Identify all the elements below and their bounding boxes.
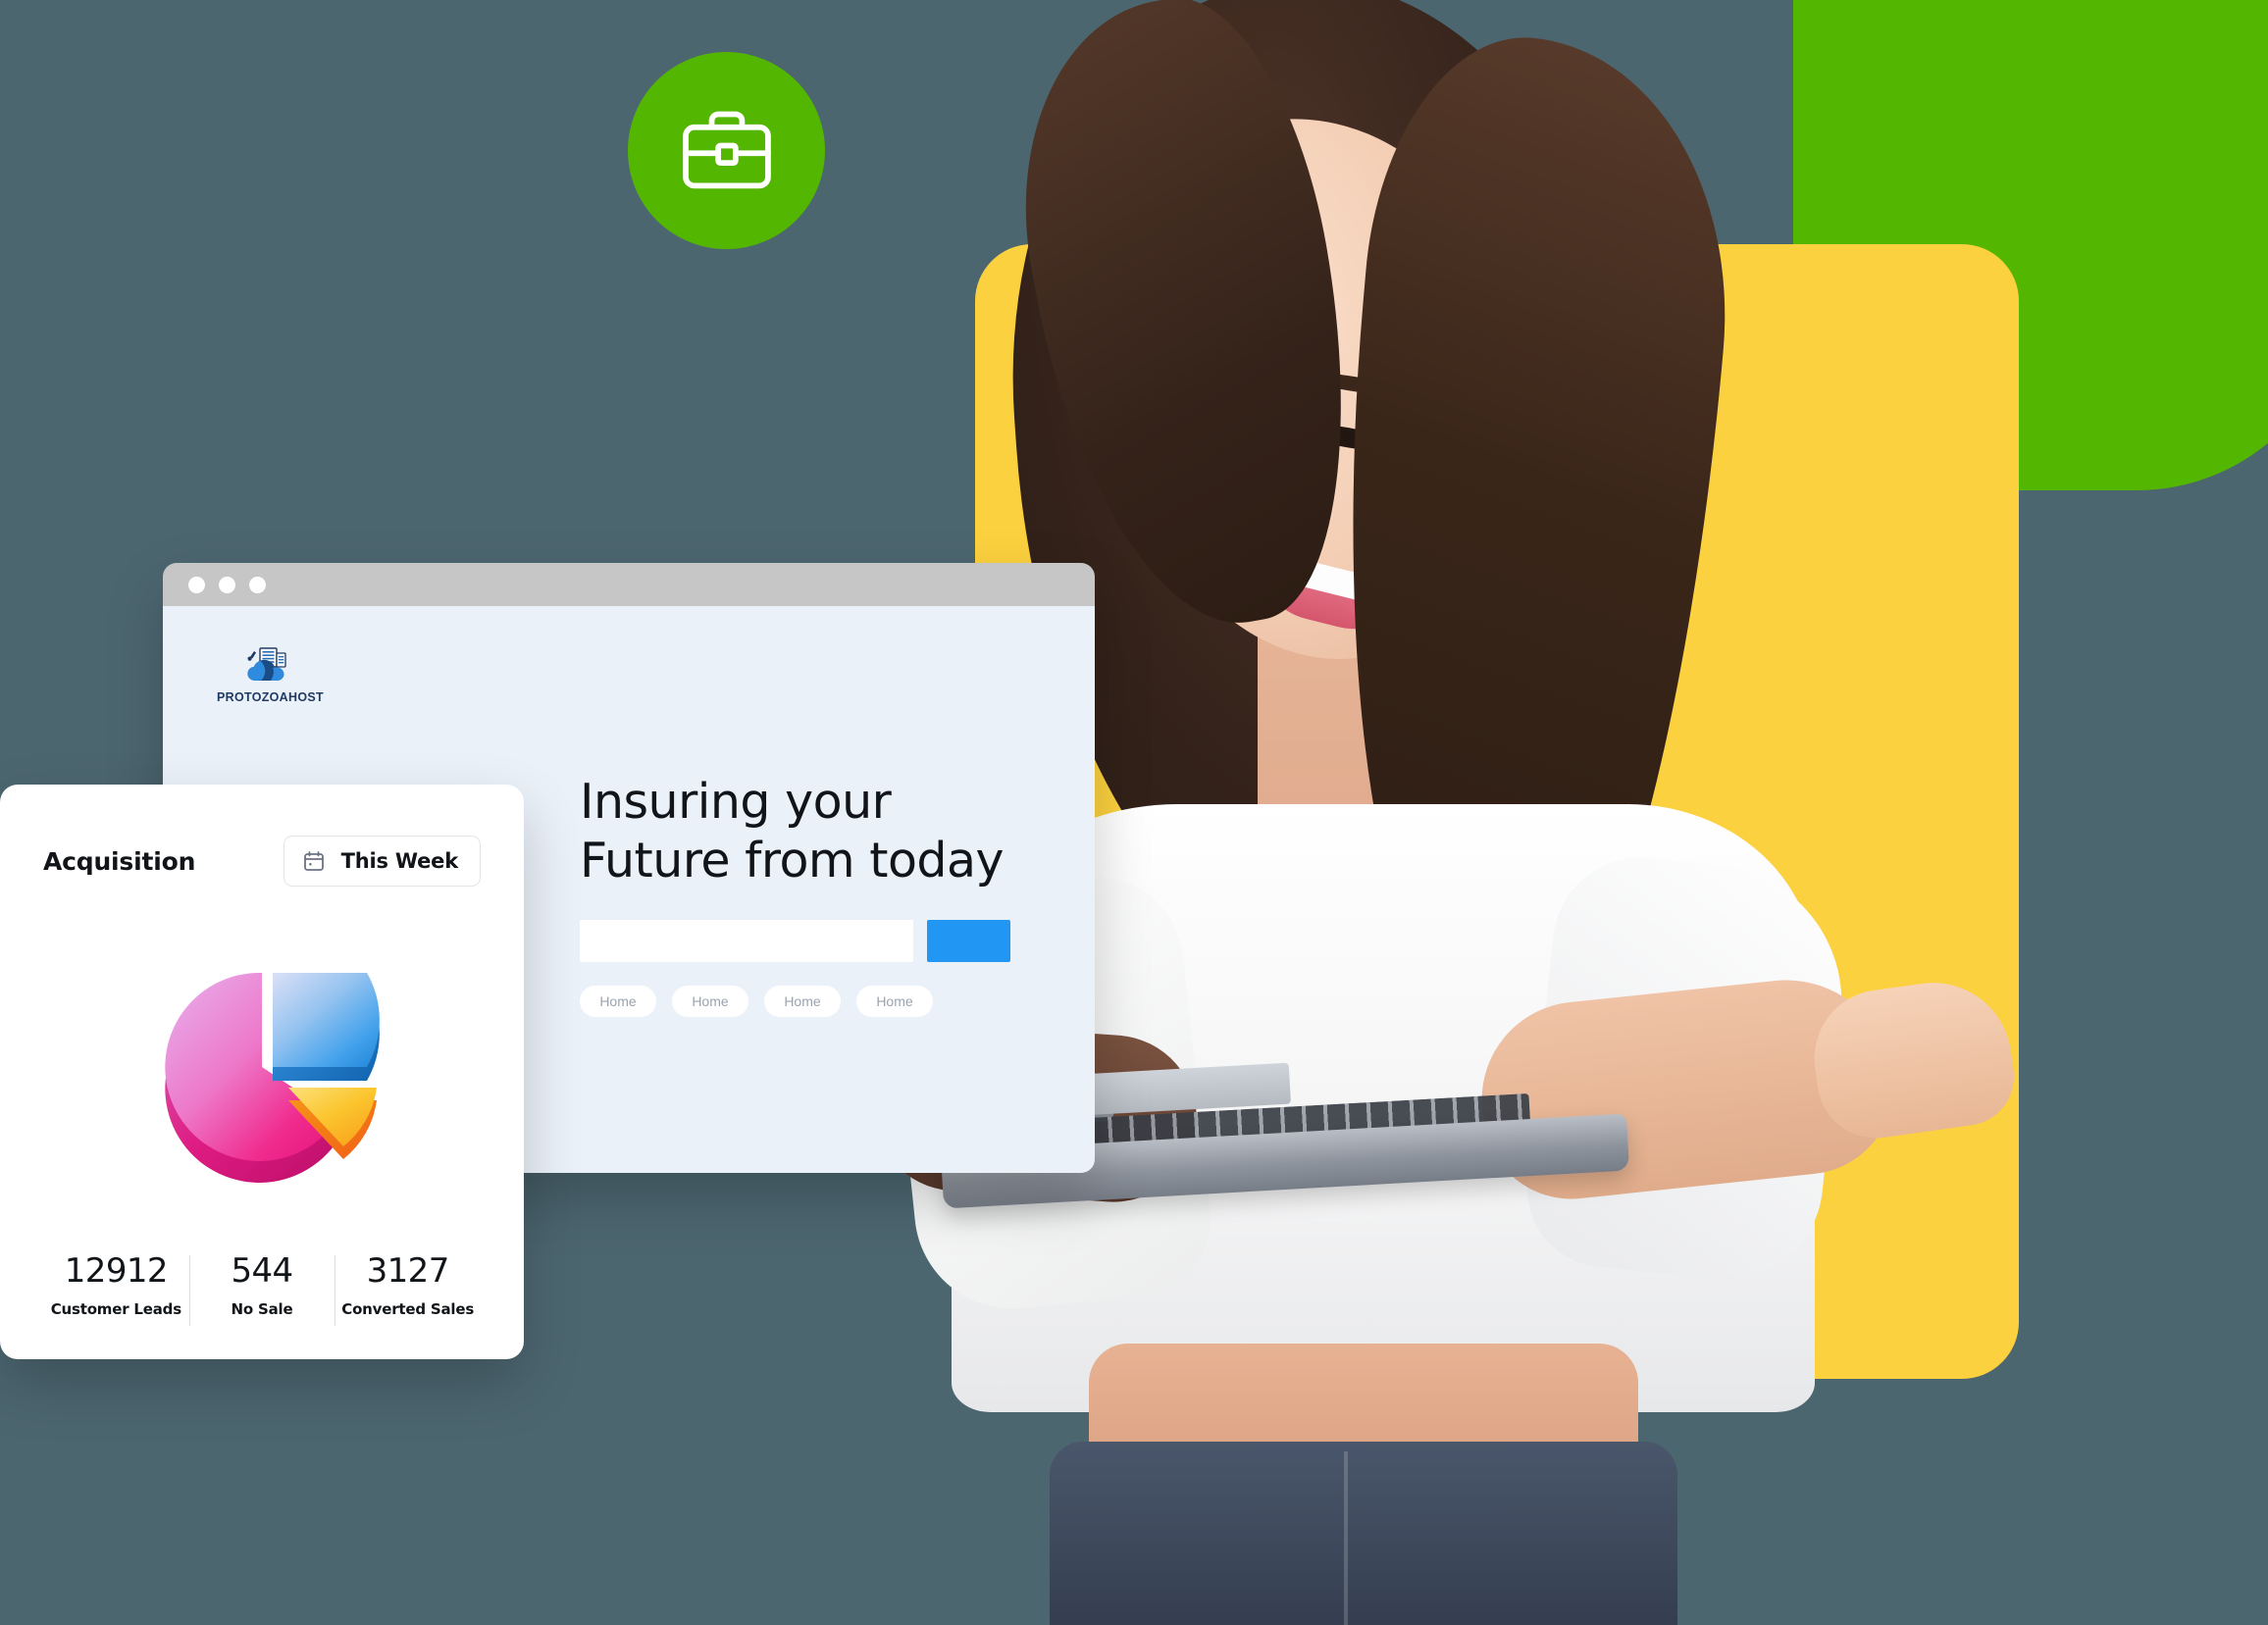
photo-jeans-seam xyxy=(1344,1451,1348,1625)
calendar-icon xyxy=(302,849,326,873)
hero-search-form xyxy=(580,919,1056,962)
hero-pill-home-4[interactable]: Home xyxy=(856,985,933,1017)
pie-chart-svg xyxy=(165,972,380,1183)
stat-value: 3127 xyxy=(366,1251,450,1291)
site-logo-text: PROTOZOAHOST xyxy=(217,690,324,704)
stat-label: Customer Leads xyxy=(50,1300,181,1318)
photo-jeans xyxy=(1050,1442,1677,1625)
hero-pill-home-3[interactable]: Home xyxy=(764,985,841,1017)
background-shape-yellow xyxy=(975,244,2019,1379)
hero-pill-nav: Home Home Home Home xyxy=(580,985,1056,1017)
window-dot-minimize[interactable] xyxy=(219,576,235,593)
hero-title: Insuring your Future from today xyxy=(580,774,1005,889)
period-selector-label: This Week xyxy=(340,849,459,873)
stat-label: No Sale xyxy=(231,1300,293,1318)
briefcase-badge xyxy=(628,52,825,249)
hero-pill-home-2[interactable]: Home xyxy=(672,985,748,1017)
hero-pill-home-1[interactable]: Home xyxy=(580,985,656,1017)
acquisition-card: Acquisition This Week 12912 Customer Lea… xyxy=(0,785,524,1359)
hero-section: Insuring your Future from today Home Hom… xyxy=(580,773,1056,1017)
site-logo[interactable]: PROTOZOAHOST xyxy=(217,643,324,704)
stat-value: 544 xyxy=(231,1251,293,1291)
acquisition-title: Acquisition xyxy=(43,846,196,876)
hero-search-input[interactable] xyxy=(580,919,913,962)
window-dot-maximize[interactable] xyxy=(249,576,266,593)
hero-submit-button[interactable] xyxy=(927,919,1010,962)
stat-converted-sales: 3127 Converted Sales xyxy=(335,1251,481,1326)
acquisition-card-header: Acquisition This Week xyxy=(43,785,481,887)
period-selector-button[interactable]: This Week xyxy=(283,836,481,887)
browser-titlebar xyxy=(163,563,1095,606)
acquisition-stats-row: 12912 Customer Leads 544 No Sale 3127 Co… xyxy=(43,1251,481,1359)
acquisition-pie-chart xyxy=(43,894,481,1251)
stat-no-sale: 544 No Sale xyxy=(188,1251,335,1326)
briefcase-icon xyxy=(675,99,779,203)
stat-value: 12912 xyxy=(64,1251,169,1291)
cloud-server-icon xyxy=(242,643,297,688)
window-dot-close[interactable] xyxy=(188,576,205,593)
stat-customer-leads: 12912 Customer Leads xyxy=(43,1251,189,1318)
stat-label: Converted Sales xyxy=(341,1300,475,1318)
